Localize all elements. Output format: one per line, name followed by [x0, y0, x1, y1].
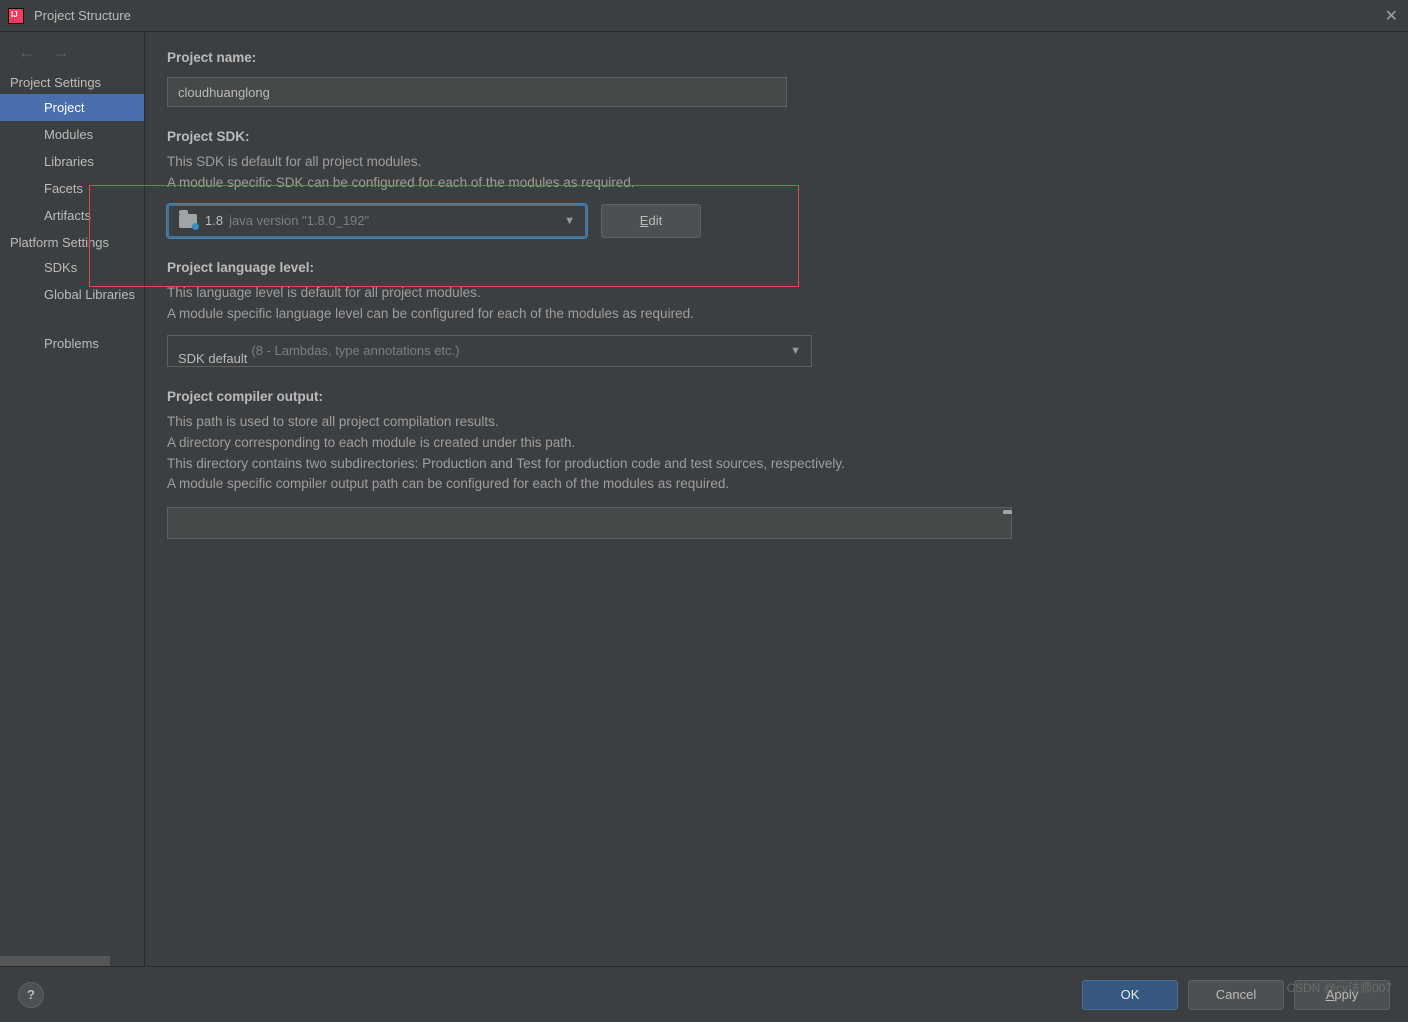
language-level-select[interactable]: SDK default (8 - Lambdas, type annotatio…	[167, 335, 812, 367]
sidebar-item-global-libraries[interactable]: Global Libraries	[0, 281, 144, 308]
sidebar-item-sdks[interactable]: SDKs	[0, 254, 144, 281]
project-sdk-desc1: This SDK is default for all project modu…	[167, 152, 1386, 173]
project-sdk-label: Project SDK:	[167, 129, 1386, 144]
project-sdk-select[interactable]: 1.8 java version "1.8.0_192" ▼	[167, 204, 587, 238]
project-sdk-section: Project SDK: This SDK is default for all…	[167, 129, 1386, 238]
sidebar-item-label: Libraries	[44, 154, 94, 169]
project-settings-header: Project Settings	[0, 69, 144, 94]
sidebar: ← → Project Settings Project Modules Lib…	[0, 32, 145, 966]
forward-icon[interactable]: →	[52, 42, 70, 63]
app-icon	[8, 8, 24, 24]
sidebar-item-label: Modules	[44, 127, 93, 142]
watermark: CSDN @cv法师007	[1286, 979, 1392, 996]
language-level-desc2: A module specific language level can be …	[167, 304, 1386, 325]
titlebar: Project Structure ✕	[0, 0, 1408, 32]
project-name-section: Project name:	[167, 50, 1386, 107]
ok-button[interactable]: OK	[1082, 980, 1178, 1010]
chevron-down-icon: ▼	[564, 215, 575, 227]
back-icon[interactable]: ←	[18, 42, 36, 63]
sdk-main-text: 1.8	[205, 213, 223, 228]
content: Project name: Project SDK: This SDK is d…	[145, 32, 1408, 966]
compiler-output-desc1: This path is used to store all project c…	[167, 412, 1386, 433]
language-level-section: Project language level: This language le…	[167, 260, 1386, 367]
sidebar-item-label: Problems	[44, 336, 99, 351]
language-level-label: Project language level:	[167, 260, 1386, 275]
sidebar-item-facets[interactable]: Facets	[0, 175, 144, 202]
edit-sdk-button[interactable]: Edit	[601, 204, 701, 238]
sidebar-item-label: Project	[44, 100, 84, 115]
chevron-down-icon: ▼	[790, 345, 801, 357]
project-name-input[interactable]	[167, 77, 787, 107]
footer: ? OK Cancel Apply	[0, 966, 1408, 1022]
compiler-output-section: Project compiler output: This path is us…	[167, 389, 1386, 540]
compiler-output-desc3: This directory contains two subdirectori…	[167, 454, 1386, 475]
sidebar-item-label: Facets	[44, 181, 83, 196]
sidebar-item-artifacts[interactable]: Artifacts	[0, 202, 144, 229]
cancel-label: Cancel	[1216, 987, 1256, 1002]
sdk-folder-icon	[179, 214, 197, 228]
ok-label: OK	[1121, 987, 1140, 1002]
sidebar-item-project[interactable]: Project	[0, 94, 144, 121]
compiler-output-label: Project compiler output:	[167, 389, 1386, 404]
compiler-output-desc2: A directory corresponding to each module…	[167, 433, 1386, 454]
compiler-output-field[interactable]	[167, 507, 1012, 539]
language-level-desc1: This language level is default for all p…	[167, 283, 1386, 304]
platform-settings-header: Platform Settings	[0, 229, 144, 254]
sidebar-item-label: Global Libraries	[44, 287, 135, 302]
compiler-output-desc4: A module specific compiler output path c…	[167, 474, 1386, 495]
project-name-label: Project name:	[167, 50, 1386, 65]
sdk-sub-text: java version "1.8.0_192"	[229, 213, 369, 228]
sidebar-item-modules[interactable]: Modules	[0, 121, 144, 148]
sidebar-item-label: Artifacts	[44, 208, 91, 223]
scrollbar-thumb[interactable]	[0, 956, 110, 966]
edit-rest: dit	[648, 213, 662, 228]
nav-row: ← →	[0, 32, 144, 69]
language-level-sub: (8 - Lambdas, type annotations etc.)	[251, 343, 459, 358]
project-sdk-desc2: A module specific SDK can be configured …	[167, 173, 1386, 194]
sidebar-item-libraries[interactable]: Libraries	[0, 148, 144, 175]
cancel-button[interactable]: Cancel	[1188, 980, 1284, 1010]
sidebar-item-problems[interactable]: Problems	[0, 330, 144, 357]
main-area: ← → Project Settings Project Modules Lib…	[0, 32, 1408, 966]
window-title: Project Structure	[34, 8, 131, 23]
sidebar-scrollbar[interactable]	[0, 956, 144, 966]
sidebar-item-label: SDKs	[44, 260, 77, 275]
close-icon[interactable]: ✕	[1385, 6, 1398, 26]
help-button[interactable]: ?	[18, 982, 44, 1008]
